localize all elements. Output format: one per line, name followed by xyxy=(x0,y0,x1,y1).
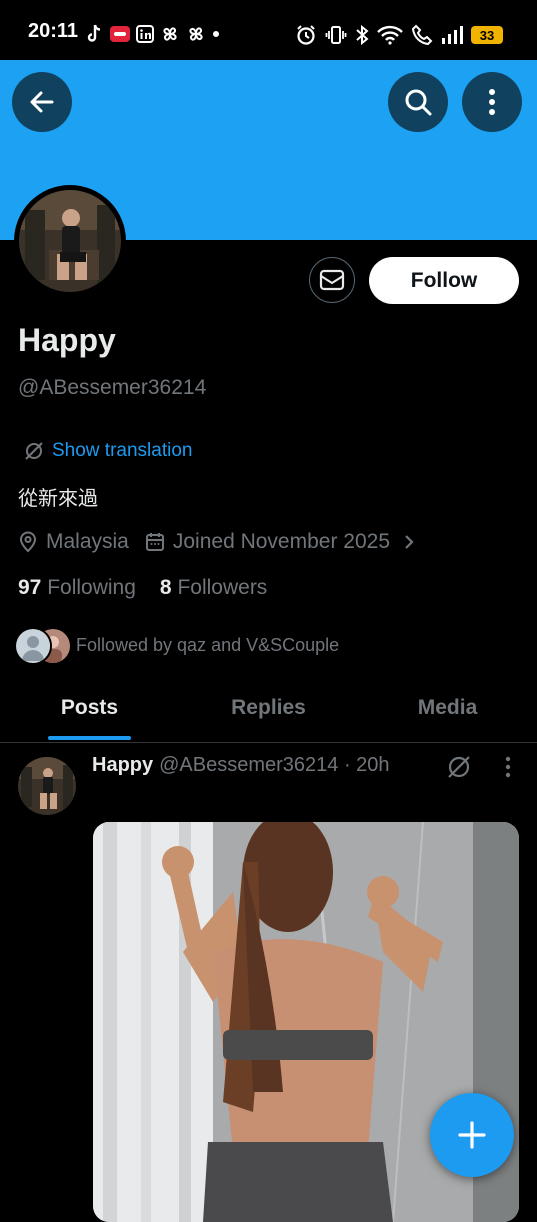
following-count: 97 xyxy=(18,576,42,599)
tab-label: Replies xyxy=(231,696,306,719)
alarm-icon xyxy=(297,25,315,45)
tab-replies[interactable]: Replies xyxy=(179,684,358,742)
back-arrow-icon xyxy=(30,91,54,113)
dot-icon xyxy=(213,31,219,37)
chevron-right-icon xyxy=(405,535,414,549)
vibrate-icon xyxy=(325,26,347,44)
search-icon xyxy=(405,89,432,116)
location-text: Malaysia xyxy=(46,530,129,553)
post-meta: @ABessemer36214 · 20h xyxy=(159,754,390,776)
back-button[interactable] xyxy=(12,72,72,132)
status-left-icons xyxy=(86,22,220,46)
compose-fab-button[interactable] xyxy=(430,1093,514,1177)
more-options-button[interactable] xyxy=(462,72,522,132)
show-translation-label: Show translation xyxy=(52,440,193,461)
tiktok-icon xyxy=(87,24,101,42)
joined-text: Joined November 2025 xyxy=(172,530,391,553)
follower-avatars xyxy=(14,627,72,665)
avatar-photo xyxy=(19,190,121,292)
bluetooth-icon xyxy=(356,24,369,46)
pinwheel-icon xyxy=(189,27,203,41)
profile-avatar[interactable] xyxy=(14,185,126,297)
linkedin-icon xyxy=(136,25,154,43)
post-avatar[interactable] xyxy=(18,757,76,815)
profile-meta: Malaysia Joined November 2025 xyxy=(18,528,416,556)
profile-display-name: Happy xyxy=(18,322,116,358)
battery-level: 33 xyxy=(479,27,495,43)
wifi-icon xyxy=(377,25,403,45)
followed-by-row[interactable]: Followed by qaz and V&SCouple xyxy=(14,627,340,665)
message-button[interactable] xyxy=(309,257,355,303)
follower-avatar xyxy=(14,627,52,665)
tab-media[interactable]: Media xyxy=(358,684,537,742)
post-translate-icon[interactable] xyxy=(446,754,472,780)
location-item: Malaysia xyxy=(18,530,129,554)
status-time: 20:11 xyxy=(28,20,79,42)
plus-icon xyxy=(458,1121,486,1149)
show-translation-link[interactable]: Show translation xyxy=(24,440,192,462)
search-button[interactable] xyxy=(388,72,448,132)
status-right-icons: 33 xyxy=(295,22,503,48)
profile-handle: @ABessemer36214 xyxy=(18,376,207,399)
follow-button[interactable]: Follow xyxy=(369,257,519,304)
profile-bio: 從新來過 xyxy=(18,488,98,510)
tab-label: Media xyxy=(417,696,478,719)
location-pin-icon xyxy=(19,531,37,553)
followers-stat[interactable]: 8 Followers xyxy=(160,576,267,600)
profile-tabs: Posts Replies Media xyxy=(0,684,537,742)
translate-icon xyxy=(25,442,43,460)
post-header: Happy @ABessemer36214 · 20h xyxy=(92,754,390,777)
active-tab-indicator xyxy=(48,736,131,740)
follow-stats: 97 Following 8 Followers xyxy=(18,576,267,600)
tab-posts[interactable]: Posts xyxy=(0,684,179,742)
followers-count: 8 xyxy=(159,576,172,599)
following-label: Following xyxy=(47,576,136,599)
post-author-name[interactable]: Happy xyxy=(92,754,153,777)
tabs-divider xyxy=(0,742,537,743)
tab-label: Posts xyxy=(60,696,119,719)
call-icon xyxy=(411,24,433,46)
battery-indicator: 33 xyxy=(471,26,503,44)
signal-icon xyxy=(442,26,463,44)
more-vertical-icon xyxy=(489,89,495,115)
app-icon xyxy=(110,26,130,42)
mail-icon xyxy=(319,269,345,291)
post-more-icon[interactable] xyxy=(498,754,518,780)
following-stat[interactable]: 97 Following xyxy=(18,576,136,600)
followers-label: Followers xyxy=(177,576,268,599)
calendar-icon xyxy=(145,533,164,551)
joined-item[interactable]: Joined November 2025 xyxy=(145,530,416,554)
followed-by-text: Followed by qaz and V&SCouple xyxy=(76,634,340,655)
pinwheel-icon xyxy=(163,27,177,41)
